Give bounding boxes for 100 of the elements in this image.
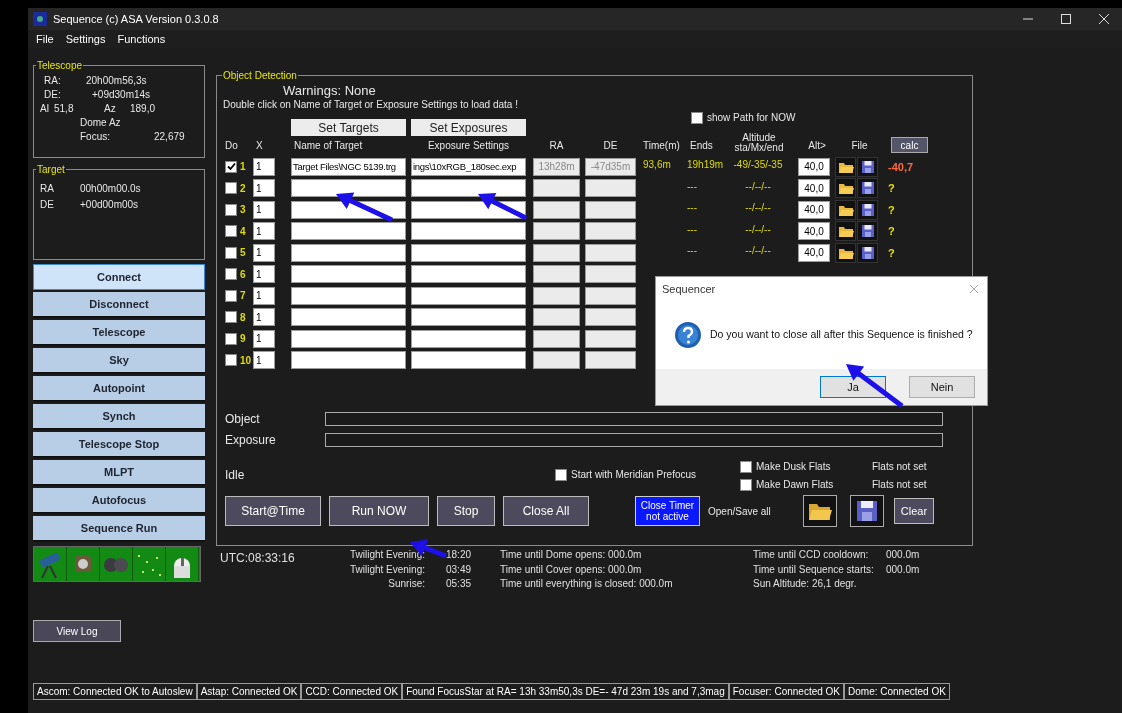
exposure-settings-field[interactable]: ings\10xRGB_180sec.exp xyxy=(411,157,526,176)
count-field[interactable]: 1 xyxy=(253,265,275,284)
action-button[interactable]: Close All xyxy=(503,496,589,526)
nav-button[interactable]: Sky xyxy=(33,348,205,374)
save-all-button[interactable] xyxy=(850,495,884,527)
target-name-field[interactable] xyxy=(291,308,406,327)
checkbox[interactable] xyxy=(225,311,237,324)
de-field[interactable] xyxy=(585,265,636,284)
de-field[interactable] xyxy=(585,243,636,262)
nav-button[interactable]: Telescope xyxy=(33,320,205,346)
checkbox[interactable] xyxy=(225,289,237,302)
checkbox[interactable] xyxy=(225,203,237,216)
altitude-limit-field[interactable]: 40,0 xyxy=(798,222,830,241)
view-log-button[interactable]: View Log xyxy=(33,620,121,642)
checkbox[interactable] xyxy=(225,246,237,259)
checkbox[interactable] xyxy=(691,111,703,124)
checkbox[interactable] xyxy=(555,468,567,481)
nav-button[interactable]: MLPT xyxy=(33,460,205,486)
checkbox[interactable] xyxy=(225,182,237,195)
ra-field[interactable] xyxy=(533,351,580,370)
set-targets-button[interactable]: Set Targets xyxy=(291,119,406,136)
open-file-button[interactable] xyxy=(835,242,856,263)
count-field[interactable]: 1 xyxy=(253,329,275,348)
menu-item[interactable]: Settings xyxy=(65,30,106,48)
open-file-button[interactable] xyxy=(835,178,856,199)
de-field[interactable] xyxy=(585,351,636,370)
exposure-settings-field[interactable] xyxy=(411,351,526,370)
action-button[interactable]: Run NOW xyxy=(329,496,429,526)
action-button[interactable]: Stop xyxy=(437,496,495,526)
set-exposures-button[interactable]: Set Exposures xyxy=(411,119,526,136)
exposure-settings-field[interactable] xyxy=(411,308,526,327)
target-name-field[interactable] xyxy=(291,179,406,198)
ra-field[interactable] xyxy=(533,222,580,241)
save-file-button[interactable] xyxy=(857,221,878,242)
ra-field[interactable] xyxy=(533,243,580,262)
menu-item[interactable]: Functions xyxy=(117,30,166,48)
ra-field[interactable] xyxy=(533,265,580,284)
nav-button[interactable]: Connect xyxy=(33,264,205,290)
menu-item[interactable]: File xyxy=(36,30,54,48)
count-field[interactable]: 1 xyxy=(253,351,275,370)
nav-button[interactable]: Synch xyxy=(33,404,205,430)
checkbox[interactable] xyxy=(225,160,237,173)
de-field[interactable] xyxy=(585,179,636,198)
ra-field[interactable] xyxy=(533,308,580,327)
calc-button[interactable]: calc xyxy=(891,137,928,153)
target-name-field[interactable] xyxy=(291,329,406,348)
exposure-settings-field[interactable] xyxy=(411,179,526,198)
nav-button[interactable]: Autopoint xyxy=(33,376,205,402)
exposure-settings-field[interactable] xyxy=(411,286,526,305)
open-file-button[interactable] xyxy=(835,221,856,242)
save-file-button[interactable] xyxy=(857,178,878,199)
ra-field[interactable] xyxy=(533,179,580,198)
de-field[interactable] xyxy=(585,286,636,305)
count-field[interactable]: 1 xyxy=(253,157,275,176)
save-file-button[interactable] xyxy=(857,199,878,220)
de-field[interactable] xyxy=(585,308,636,327)
save-file-button[interactable] xyxy=(857,156,878,177)
count-field[interactable]: 1 xyxy=(253,200,275,219)
de-field[interactable] xyxy=(585,200,636,219)
exposure-settings-field[interactable] xyxy=(411,329,526,348)
ra-field[interactable] xyxy=(533,200,580,219)
target-name-field[interactable] xyxy=(291,222,406,241)
exposure-settings-field[interactable] xyxy=(411,265,526,284)
altitude-limit-field[interactable]: 40,0 xyxy=(798,243,830,262)
altitude-limit-field[interactable]: 40,0 xyxy=(798,179,830,198)
exposure-settings-field[interactable] xyxy=(411,222,526,241)
target-name-field[interactable]: Target Files\NGC 5139.trg xyxy=(291,157,406,176)
open-file-button[interactable] xyxy=(835,156,856,177)
nav-button[interactable]: Disconnect xyxy=(33,292,205,318)
open-all-button[interactable] xyxy=(803,495,837,527)
target-name-field[interactable] xyxy=(291,265,406,284)
save-file-button[interactable] xyxy=(857,242,878,263)
de-field[interactable] xyxy=(585,329,636,348)
close-timer-button[interactable]: Close Timer not active xyxy=(635,496,700,526)
count-field[interactable]: 1 xyxy=(253,243,275,262)
target-name-field[interactable] xyxy=(291,243,406,262)
clear-button[interactable]: Clear xyxy=(894,498,934,524)
open-file-button[interactable] xyxy=(835,199,856,220)
ra-field[interactable] xyxy=(533,329,580,348)
nav-button[interactable]: Telescope Stop xyxy=(33,432,205,458)
checkbox[interactable] xyxy=(740,460,752,473)
ra-field[interactable] xyxy=(533,286,580,305)
nav-button[interactable]: Sequence Run xyxy=(33,516,205,542)
checkbox[interactable] xyxy=(225,268,237,281)
altitude-limit-field[interactable]: 40,0 xyxy=(798,200,830,219)
count-field[interactable]: 1 xyxy=(253,222,275,241)
checkbox[interactable] xyxy=(225,225,237,238)
action-button[interactable]: Start@Time xyxy=(225,496,321,526)
altitude-limit-field[interactable]: 40,0 xyxy=(798,157,830,176)
checkbox[interactable] xyxy=(225,332,237,345)
count-field[interactable]: 1 xyxy=(253,308,275,327)
target-name-field[interactable] xyxy=(291,286,406,305)
checkbox[interactable] xyxy=(740,478,752,491)
count-field[interactable]: 1 xyxy=(253,286,275,305)
dialog-button[interactable]: Nein xyxy=(909,376,975,398)
count-field[interactable]: 1 xyxy=(253,179,275,198)
target-name-field[interactable] xyxy=(291,351,406,370)
exposure-settings-field[interactable] xyxy=(411,243,526,262)
nav-button[interactable]: Autofocus xyxy=(33,488,205,514)
de-field[interactable] xyxy=(585,222,636,241)
